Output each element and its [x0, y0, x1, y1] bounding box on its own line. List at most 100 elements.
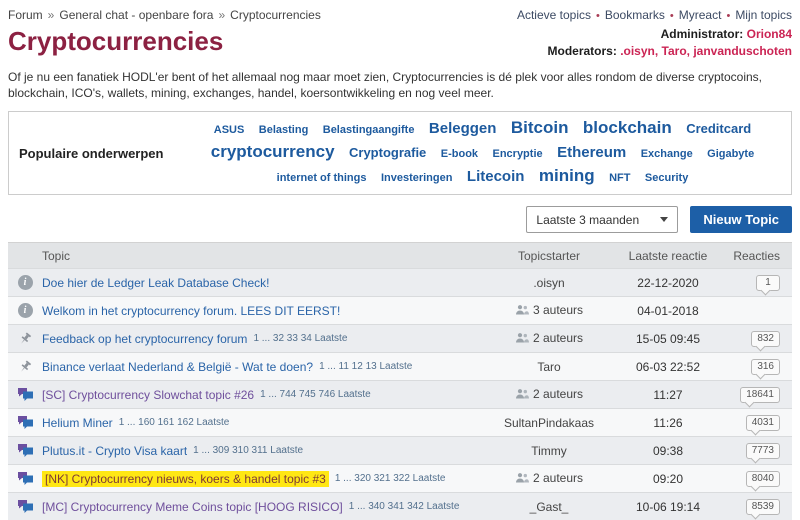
- top-bar: Forum » General chat - openbare fora » Crypt…: [8, 8, 792, 22]
- page-links[interactable]: 1 ... 160 161 162 Laatste: [119, 417, 230, 428]
- table-row: Plutus.it - Crypto Visa kaart 1 ... 309 …: [8, 436, 792, 464]
- page-title: Cryptocurrencies: [8, 26, 224, 56]
- last-reply-time: 06-03 22:52: [635, 359, 701, 374]
- header-laatste-reactie: Laatste reactie: [628, 248, 708, 263]
- topic-link[interactable]: Welkom in het cryptocurrency forum. LEES…: [42, 304, 340, 318]
- forum-description: Of je nu een fanatiek HODL'er bent of he…: [8, 70, 763, 100]
- tag-cryptocurrency[interactable]: cryptocurrency: [211, 142, 335, 161]
- table-row: Doe hier de Ledger Leak Database Check! …: [8, 268, 792, 296]
- tag-exchange[interactable]: Exchange: [641, 148, 693, 160]
- topicstarter[interactable]: SultanPindakaas: [504, 416, 594, 430]
- table-header: Topic Topicstarter Laatste reactie React…: [8, 243, 792, 268]
- table-row: Helium Miner 1 ... 160 161 162 Laatste S…: [8, 408, 792, 436]
- reply-count-badge: 8040: [745, 471, 780, 487]
- tag-security[interactable]: Security: [645, 172, 688, 184]
- period-select-value: Laatste 3 maanden: [536, 212, 640, 227]
- authors-icon: [515, 332, 529, 342]
- topic-link[interactable]: Plutus.it - Crypto Visa kaart: [42, 444, 187, 458]
- nav-bookmarks[interactable]: Bookmarks: [605, 8, 665, 22]
- topicstarter[interactable]: 2 auteurs: [515, 471, 583, 485]
- tag-ethereum[interactable]: Ethereum: [557, 144, 626, 161]
- new-topic-button[interactable]: Nieuw Topic: [690, 206, 792, 233]
- tag-belasting[interactable]: Belasting: [259, 124, 309, 136]
- admin-block: Administrator: Orion84 Moderators: .oisy…: [548, 26, 793, 60]
- topicstarter[interactable]: Taro: [537, 360, 560, 374]
- topic-link[interactable]: Doe hier de Ledger Leak Database Check!: [42, 276, 269, 290]
- table-row: [SC] Cryptocurrency Slowchat topic #26 1…: [8, 380, 792, 408]
- topic-link[interactable]: Helium Miner: [42, 416, 113, 430]
- table-row: Binance verlaat Nederland & België - Wat…: [8, 352, 792, 380]
- tag-investeringen[interactable]: Investeringen: [381, 172, 453, 184]
- tag-mining[interactable]: mining: [539, 166, 595, 185]
- tag-creditcard[interactable]: Creditcard: [686, 121, 751, 136]
- nav-myreact[interactable]: Myreact: [679, 8, 722, 22]
- pin-icon: [21, 359, 32, 372]
- info-icon: [17, 303, 33, 318]
- last-reply-time: 04-01-2018: [637, 303, 699, 318]
- nav-separator: •: [669, 10, 674, 22]
- moderators-links[interactable]: .oisyn, Taro, janvanduschoten: [620, 44, 792, 58]
- administrator-link[interactable]: Orion84: [747, 27, 792, 41]
- topicstarter[interactable]: 2 auteurs: [515, 387, 583, 401]
- table-row: Welkom in het cryptocurrency forum. LEES…: [8, 296, 792, 324]
- chevron-down-icon: [660, 217, 669, 222]
- info-icon: [17, 275, 33, 290]
- tag-litecoin[interactable]: Litecoin: [467, 168, 525, 185]
- reply-count-badge: 7773: [745, 443, 780, 459]
- last-reply-time: 11:26: [653, 415, 683, 430]
- last-reply-time: 10-06 19:14: [635, 499, 701, 514]
- topic-link[interactable]: Binance verlaat Nederland & België - Wat…: [42, 360, 313, 374]
- forum-page: Forum » General chat - openbare fora » Crypt…: [0, 0, 800, 520]
- nav-actieve-topics[interactable]: Actieve topics: [517, 8, 591, 22]
- page-links[interactable]: 1 ... 309 310 311 Laatste: [193, 445, 303, 456]
- page-links[interactable]: 1 ... 11 12 13 Laatste: [319, 361, 412, 372]
- tag-bitcoin[interactable]: Bitcoin: [511, 118, 569, 137]
- topicstarter[interactable]: 3 auteurs: [515, 303, 583, 317]
- tag-cloud: ASUS Belasting Belastingaangifte Belegge…: [184, 117, 781, 189]
- breadcrumb: Forum » General chat - openbare fora » Crypt…: [8, 8, 321, 22]
- breadcrumb-cryptocurrencies[interactable]: Cryptocurrencies: [230, 8, 321, 22]
- header-topicstarter: Topicstarter: [517, 248, 581, 263]
- tag-belastingaangifte[interactable]: Belastingaangifte: [323, 124, 415, 136]
- authors-icon: [515, 388, 529, 398]
- tag-cryptografie[interactable]: Cryptografie: [349, 145, 426, 160]
- administrator-line: Administrator: Orion84: [548, 26, 792, 43]
- topicstarter[interactable]: Timmy: [531, 444, 567, 458]
- reply-count-badge: 832: [751, 331, 780, 347]
- topicstarter[interactable]: .oisyn: [533, 276, 564, 290]
- tag-beleggen[interactable]: Beleggen: [429, 120, 497, 137]
- period-select[interactable]: Laatste 3 maanden: [526, 206, 679, 233]
- tag-internet-of-things[interactable]: internet of things: [277, 172, 367, 184]
- moderators-label: Moderators:: [547, 44, 617, 58]
- nav-separator: •: [596, 10, 600, 22]
- breadcrumb-general-chat[interactable]: General chat - openbare fora: [59, 8, 213, 22]
- tag-ebook[interactable]: E-book: [441, 148, 478, 160]
- tag-nft[interactable]: NFT: [609, 172, 630, 184]
- topicstarter[interactable]: 2 auteurs: [515, 331, 583, 345]
- last-reply-time: 22-12-2020: [637, 275, 699, 290]
- last-reply-time: 11:27: [653, 387, 683, 402]
- topicstarter[interactable]: _Gast_: [530, 500, 569, 514]
- page-links[interactable]: 1 ... 32 33 34 Laatste: [253, 333, 347, 344]
- moderators-line: Moderators: .oisyn, Taro, janvanduschote…: [548, 43, 793, 60]
- popular-topics-box: Populaire onderwerpen ASUS Belasting Bel…: [8, 111, 792, 195]
- administrator-label: Administrator:: [660, 27, 744, 41]
- authors-icon: [515, 304, 529, 314]
- table-row: Feedback op het cryptocurrency forum 1 .…: [8, 324, 792, 352]
- page-links[interactable]: 1 ... 340 341 342 Laatste: [349, 501, 460, 512]
- topic-link[interactable]: [MC] Cryptocurrency Meme Coins topic [HO…: [42, 500, 343, 514]
- breadcrumb-forum[interactable]: Forum: [8, 8, 43, 22]
- topic-link[interactable]: [SC] Cryptocurrency Slowchat topic #26: [42, 388, 254, 402]
- reply-count-badge: 4031: [745, 415, 780, 431]
- tag-asus[interactable]: ASUS: [214, 124, 245, 136]
- header-reacties: Reacties: [733, 248, 780, 263]
- breadcrumb-separator: »: [47, 8, 55, 22]
- tag-encryptie[interactable]: Encryptie: [492, 148, 542, 160]
- filter-bar: Laatste 3 maanden Nieuw Topic: [8, 206, 792, 233]
- page-links[interactable]: 1 ... 744 745 746 Laatste: [260, 389, 371, 400]
- chat-icon: [18, 499, 33, 513]
- tag-blockchain[interactable]: blockchain: [583, 118, 672, 137]
- nav-mijn-topics[interactable]: Mijn topics: [735, 8, 792, 22]
- tag-gigabyte[interactable]: Gigabyte: [707, 148, 754, 160]
- topic-link[interactable]: Feedback op het cryptocurrency forum: [42, 332, 247, 346]
